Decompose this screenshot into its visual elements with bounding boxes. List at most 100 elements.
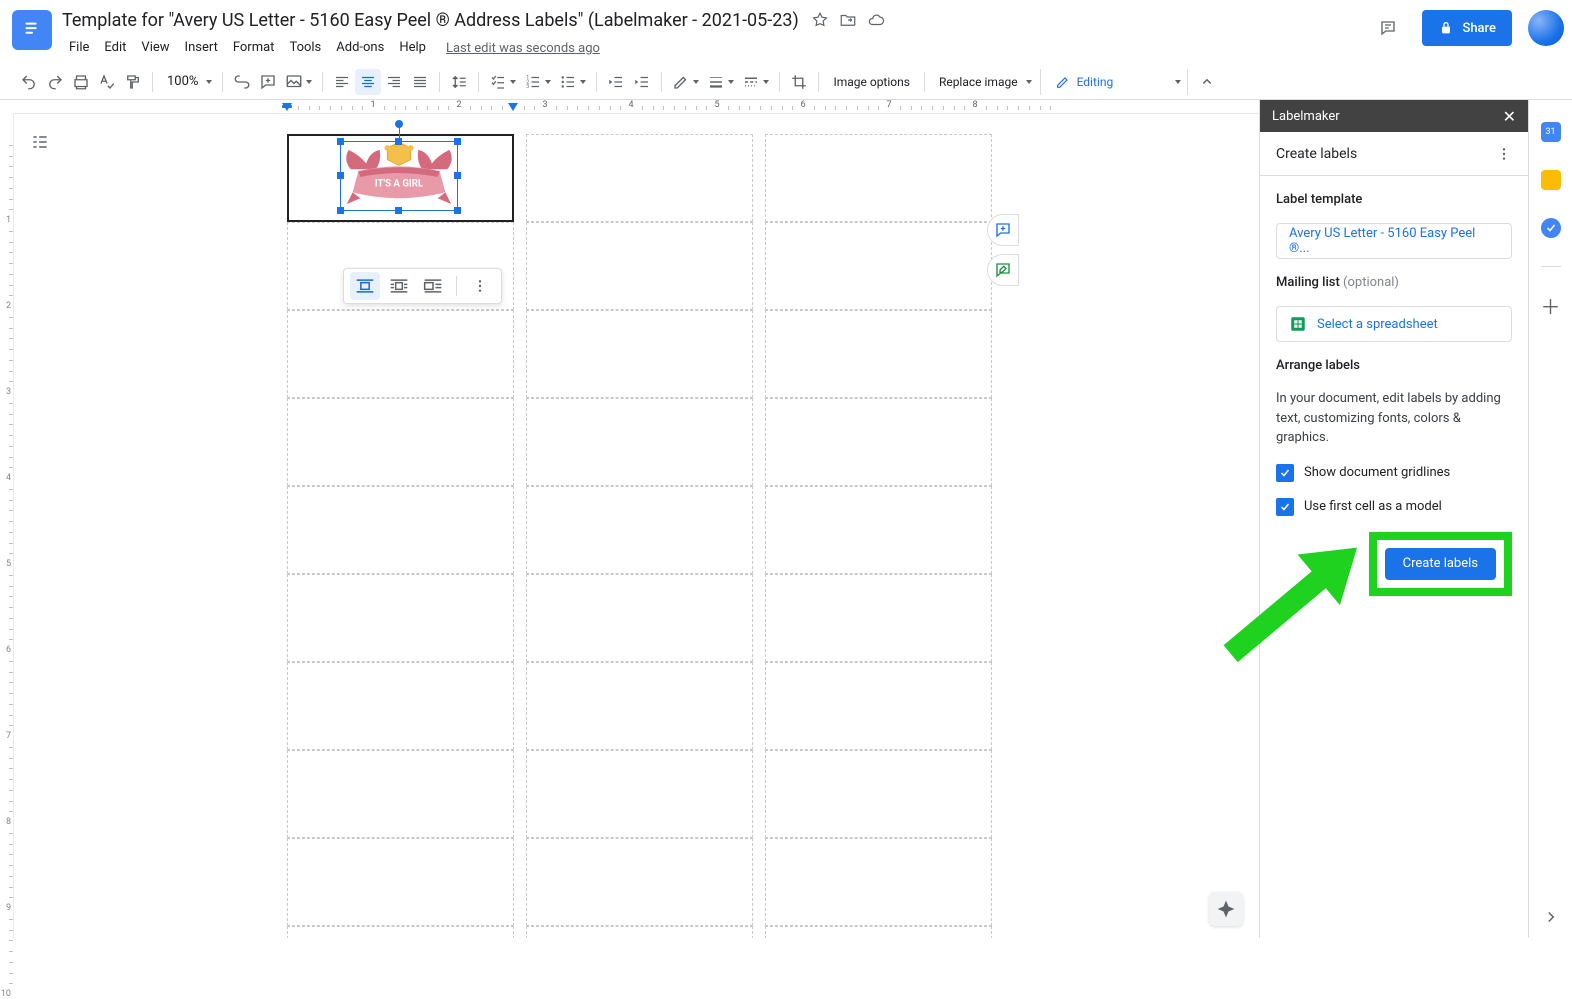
redo-button[interactable]	[42, 69, 68, 95]
tasks-app-icon[interactable]	[1541, 218, 1561, 238]
resize-handle[interactable]	[337, 207, 344, 214]
checklist-button[interactable]	[485, 69, 520, 95]
label-cell[interactable]	[526, 222, 753, 310]
decrease-indent-button[interactable]	[603, 69, 629, 95]
resize-handle[interactable]	[337, 172, 344, 179]
collapse-sidecol-icon[interactable]	[1542, 908, 1560, 926]
label-cell[interactable]	[287, 310, 514, 398]
select-spreadsheet-button[interactable]: Select a spreadsheet	[1276, 306, 1512, 342]
add-comment-button[interactable]	[255, 69, 281, 95]
move-icon[interactable]	[839, 11, 857, 29]
rotate-handle[interactable]	[395, 120, 403, 128]
crop-image-button[interactable]	[786, 69, 812, 95]
close-panel-icon[interactable]: ✕	[1503, 107, 1516, 126]
cloud-status-icon[interactable]	[867, 11, 885, 29]
label-cell[interactable]	[287, 574, 514, 662]
wrap-text-option[interactable]	[384, 272, 414, 300]
label-cell[interactable]	[287, 838, 514, 926]
label-cell[interactable]	[526, 486, 753, 574]
paint-format-button[interactable]	[120, 69, 146, 95]
star-icon[interactable]	[811, 11, 829, 29]
image-more-options[interactable]	[465, 272, 495, 300]
break-text-option[interactable]	[418, 272, 448, 300]
collapse-toolbar-button[interactable]	[1194, 69, 1220, 95]
get-addons-icon[interactable]: ＋	[1541, 295, 1561, 315]
label-cell[interactable]	[526, 662, 753, 750]
label-cell[interactable]	[287, 662, 514, 750]
align-left-button[interactable]	[329, 69, 355, 95]
label-cell[interactable]	[526, 398, 753, 486]
resize-handle[interactable]	[395, 138, 402, 145]
border-weight-button[interactable]	[703, 69, 738, 95]
label-cell[interactable]	[526, 838, 753, 926]
menu-view[interactable]: View	[134, 36, 176, 60]
explore-button[interactable]	[1209, 892, 1243, 926]
border-dash-button[interactable]	[738, 69, 773, 95]
label-cell[interactable]	[526, 574, 753, 662]
label-cell[interactable]	[765, 398, 992, 486]
vertical-ruler[interactable]: 12345678910	[0, 114, 14, 938]
template-select-button[interactable]: Avery US Letter - 5160 Easy Peel ®...	[1276, 223, 1512, 259]
document-title[interactable]: Template for "Avery US Letter - 5160 Eas…	[62, 10, 799, 31]
image-options-button[interactable]: Image options	[825, 69, 917, 95]
calendar-app-icon[interactable]	[1541, 122, 1561, 142]
label-cell[interactable]	[287, 926, 514, 938]
label-cell[interactable]	[287, 750, 514, 838]
bulleted-list-button[interactable]	[555, 69, 590, 95]
label-cell[interactable]	[526, 926, 753, 938]
align-right-button[interactable]	[381, 69, 407, 95]
account-avatar[interactable]	[1528, 10, 1564, 46]
insert-link-button[interactable]	[229, 69, 255, 95]
create-labels-button[interactable]: Create labels	[1385, 548, 1496, 580]
editing-mode-select[interactable]: Editing	[1047, 69, 1157, 95]
label-cell[interactable]	[765, 838, 992, 926]
line-spacing-button[interactable]	[446, 69, 472, 95]
label-cell[interactable]	[765, 222, 992, 310]
label-cell[interactable]	[765, 574, 992, 662]
show-gridlines-checkbox[interactable]: Show document gridlines	[1276, 464, 1512, 482]
horizontal-ruler[interactable]: 12345678	[14, 100, 1259, 114]
border-color-button[interactable]	[668, 69, 703, 95]
resize-handle[interactable]	[454, 138, 461, 145]
undo-button[interactable]	[16, 69, 42, 95]
label-cell[interactable]	[765, 926, 992, 938]
use-first-cell-checkbox[interactable]: Use first cell as a model	[1276, 498, 1512, 516]
insert-image-button[interactable]	[281, 69, 316, 95]
inline-with-text-option[interactable]	[350, 272, 380, 300]
resize-handle[interactable]	[395, 207, 402, 214]
label-cell[interactable]	[526, 134, 753, 222]
align-justify-button[interactable]	[407, 69, 433, 95]
suggest-edits-side-button[interactable]	[987, 254, 1019, 286]
add-comment-side-button[interactable]	[987, 214, 1019, 246]
menu-edit[interactable]: Edit	[97, 36, 133, 60]
document-scroll[interactable]: IT'S A GIRL	[14, 114, 1259, 938]
label-cell[interactable]: IT'S A GIRL	[287, 134, 514, 222]
menu-insert[interactable]: Insert	[178, 36, 225, 60]
label-cell[interactable]	[765, 486, 992, 574]
label-cell[interactable]	[765, 310, 992, 398]
label-cell[interactable]	[526, 310, 753, 398]
resize-handle[interactable]	[454, 172, 461, 179]
label-cell[interactable]	[287, 486, 514, 574]
label-cell[interactable]	[765, 662, 992, 750]
menu-addons[interactable]: Add-ons	[329, 36, 391, 60]
label-cell[interactable]	[765, 750, 992, 838]
menu-file[interactable]: File	[62, 36, 96, 60]
menu-format[interactable]: Format	[226, 36, 282, 60]
selected-image[interactable]: IT'S A GIRL	[341, 142, 457, 210]
increase-indent-button[interactable]	[629, 69, 655, 95]
docs-app-icon[interactable]	[12, 10, 52, 50]
label-cell[interactable]	[287, 398, 514, 486]
replace-image-button[interactable]: Replace image	[931, 69, 1040, 95]
resize-handle[interactable]	[454, 207, 461, 214]
print-button[interactable]	[68, 69, 94, 95]
align-center-button[interactable]	[355, 69, 381, 95]
spellcheck-button[interactable]	[94, 69, 120, 95]
menu-help[interactable]: Help	[392, 36, 433, 60]
panel-more-icon[interactable]	[1496, 146, 1512, 162]
menu-tools[interactable]: Tools	[282, 36, 328, 60]
resize-handle[interactable]	[337, 138, 344, 145]
label-cell[interactable]	[765, 134, 992, 222]
share-button[interactable]: Share	[1422, 10, 1512, 46]
label-cell[interactable]	[526, 750, 753, 838]
